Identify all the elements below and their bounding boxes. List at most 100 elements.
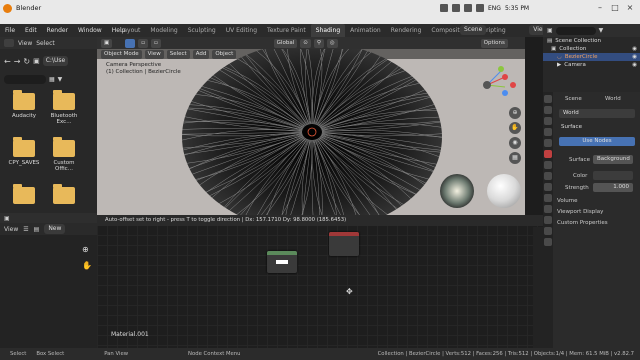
world-datablock[interactable]: World [559,109,635,118]
pivot-icon[interactable]: ⊙ [300,38,311,48]
custom-properties-section-header[interactable]: Custom Properties [557,220,608,226]
back-arrow-icon[interactable]: ← [4,57,11,66]
hand-pan-icon[interactable]: ✋ [82,261,92,270]
fb-select-menu[interactable]: Select [36,40,55,47]
node-editor[interactable]: Auto-offset set to right - press T to to… [97,215,543,348]
use-nodes-button[interactable]: Use Nodes [559,137,635,146]
tab-sculpting[interactable]: Sculpting [183,24,221,37]
volume-section-header[interactable]: Volume [557,198,577,204]
camera-view-icon[interactable]: ◉ [509,137,521,149]
tab-animation[interactable]: Animation [345,24,386,37]
editor-type-icon[interactable]: ▣ [4,215,10,222]
node-background[interactable] [267,251,297,273]
3d-viewport[interactable]: ▣ ▫ ▫ Global ⊙ ⚲ ◎ Options Object Mode V… [97,37,525,215]
tab-shading[interactable]: Shading [310,24,346,37]
folder-item[interactable]: Audacity [4,90,44,119]
modifier-tab-icon[interactable] [544,172,552,180]
tab-rendering[interactable]: Rendering [386,24,427,37]
mode-dropdown[interactable]: Object Mode [101,49,142,59]
image-browse-icon[interactable]: ▤ [34,226,40,233]
select-mode-icon[interactable]: ▫ [150,38,161,48]
eye-icon[interactable]: ◉ [632,53,637,61]
tab-layout[interactable]: Layout [115,24,145,37]
tray-icon[interactable] [452,4,460,12]
grid-icon[interactable]: ▦ [509,152,521,164]
physics-tab-icon[interactable] [544,194,552,202]
tab-texture-paint[interactable]: Texture Paint [262,24,311,37]
constraints-tab-icon[interactable] [544,205,552,213]
snap-icon[interactable]: ⚲ [313,38,324,48]
zoom-icon[interactable]: ⊕ [509,107,521,119]
render-tab-icon[interactable] [544,106,552,114]
clock[interactable]: 5:35 PM [505,5,529,12]
outliner-scene-collection[interactable]: ▤ Scene Collection [543,37,640,45]
color-label: Color [573,173,588,179]
editor-type-icon[interactable] [4,39,14,47]
hand-pan-icon[interactable]: ✋ [509,122,521,134]
scene-tab-icon[interactable] [544,139,552,147]
path-field[interactable]: C:\Use [42,56,69,66]
eye-icon[interactable]: ◉ [632,45,637,53]
particles-tab-icon[interactable] [544,183,552,191]
scene-selector[interactable]: Scene [460,25,487,35]
outliner-item[interactable]: ▶ Camera ◉ [543,61,640,69]
menu-render[interactable]: Render [42,27,73,34]
output-tab-icon[interactable] [544,117,552,125]
language-indicator[interactable]: ENG [488,5,501,12]
tab-modeling[interactable]: Modeling [145,24,182,37]
search-input[interactable] [555,26,596,35]
editor-type-icon[interactable]: ▣ [547,27,553,34]
world-tab-icon[interactable] [544,150,552,158]
minimize-button[interactable]: – [595,3,605,13]
list-icon[interactable]: ☰ [23,226,28,233]
select-tool-icon[interactable] [125,38,136,48]
node-world-output[interactable] [329,232,359,256]
tool-tab-icon[interactable] [544,95,552,103]
menu-file[interactable]: File [0,27,20,34]
editor-type-icon[interactable]: ▣ [101,38,113,48]
outliner-item[interactable]: ◡ BezierCircle ◉ [543,53,640,61]
tab-uv-editing[interactable]: UV Editing [221,24,262,37]
menu-edit[interactable]: Edit [20,27,42,34]
filter-icon[interactable]: ▼ [599,27,604,34]
folder-item[interactable]: CPY_SAVES [4,137,44,166]
thumbnail-view-icon[interactable]: ▦ [49,76,55,83]
view-menu[interactable]: View [144,49,164,59]
surface-shader-dropdown[interactable]: Background [593,155,633,164]
fb-view-menu[interactable]: View [18,40,32,47]
eye-icon[interactable]: ◉ [632,61,637,69]
folder-item[interactable] [4,184,44,207]
new-folder-icon[interactable]: ▣ [33,57,40,65]
options-dropdown[interactable]: Options [480,38,508,48]
search-input[interactable] [4,74,46,84]
proportional-edit-icon[interactable]: ◎ [326,38,338,48]
new-image-button[interactable]: New [44,224,66,234]
zoom-icon[interactable]: ⊕ [82,245,89,254]
folder-item[interactable]: Bluetooth Exc... [44,90,84,125]
menu-window[interactable]: Window [73,27,107,34]
tray-icon[interactable] [440,4,448,12]
folder-item[interactable] [44,184,84,207]
material-tab-icon[interactable] [544,227,552,235]
tray-icon[interactable] [476,4,484,12]
strength-field[interactable]: 1.000 [593,183,633,192]
texture-tab-icon[interactable] [544,238,552,246]
outliner-item[interactable]: ▣ Collection ◉ [543,45,640,53]
bezier-circle-object[interactable] [181,49,443,215]
object-tab-icon[interactable] [544,161,552,169]
maximize-button[interactable]: □ [610,3,620,13]
select-mode-icon[interactable]: ▫ [138,38,148,48]
view-menu[interactable]: View [4,226,18,233]
refresh-icon[interactable]: ↻ [23,57,30,66]
forward-arrow-icon[interactable]: → [14,57,21,66]
color-swatch[interactable] [593,171,633,180]
data-tab-icon[interactable] [544,216,552,224]
surface-section-header[interactable]: Surface [561,124,582,130]
view-layer-tab-icon[interactable] [544,128,552,136]
orientation-dropdown[interactable]: Global [273,38,298,48]
folder-item[interactable]: Custom Offic... [44,137,84,172]
filter-icon[interactable]: ▼ [58,76,63,83]
viewport-display-section-header[interactable]: Viewport Display [557,209,603,215]
tray-icon[interactable] [464,4,472,12]
close-button[interactable]: × [625,3,635,13]
